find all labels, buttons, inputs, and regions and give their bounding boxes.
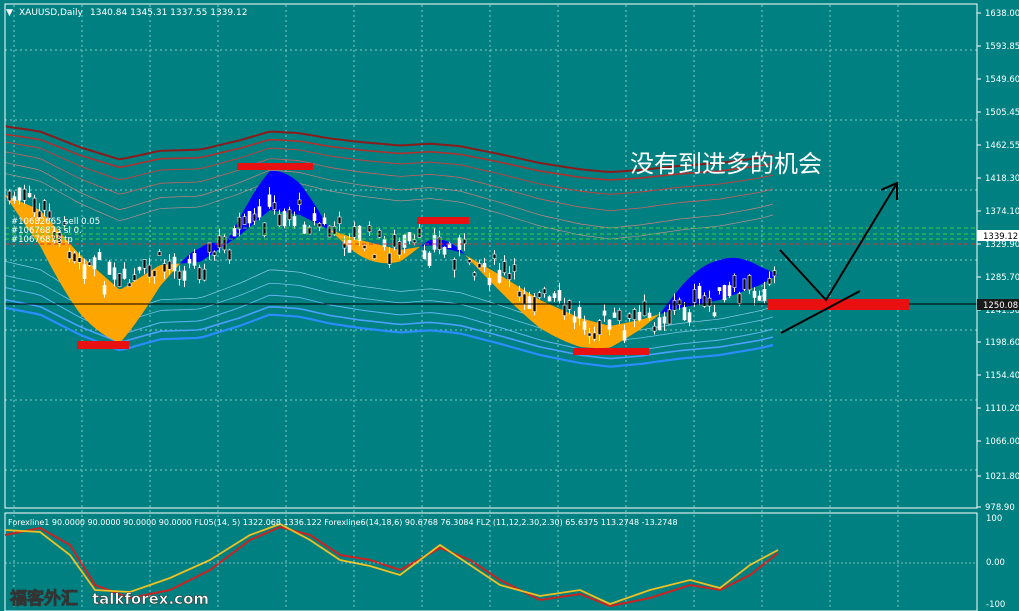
price-tick: 1593.85 (985, 42, 1019, 52)
marker-low-2 (573, 348, 649, 355)
ohlc-values: 1340.84 1345.31 1337.55 1339.12 (90, 8, 247, 18)
price-tick: 1021.80 (985, 472, 1019, 482)
marker-low-1 (77, 341, 129, 349)
indicator-tick: 0.00 (986, 558, 1005, 568)
price-tick: 1505.45 (985, 108, 1019, 118)
indicator-tick: 100 (986, 514, 1002, 524)
price-tick: 1462.55 (985, 141, 1019, 151)
price-tick: 1374.10 (985, 207, 1019, 217)
marker-high-1 (237, 163, 313, 170)
price-tick: 978.90 (985, 503, 1015, 513)
price-tick: 1198.60 (985, 338, 1019, 348)
price-tick: 1285.70 (985, 273, 1019, 283)
watermark-cn: 福客外汇 (9, 588, 78, 609)
symbol-title: XAUUSD,Daily (19, 8, 83, 18)
indicator-tick: -100 (986, 600, 1005, 610)
menu-icon[interactable]: ▼ (6, 8, 13, 18)
current-price-label: 1339.12 (977, 230, 1019, 242)
price-tick: 1066.00 (985, 437, 1019, 447)
annotation-text: 没有到进多的机会 (630, 150, 822, 178)
watermark-en: talkforex.com (92, 590, 209, 608)
marker-high-2 (417, 217, 469, 224)
current-price-text: 1339.12 (983, 232, 1018, 242)
order-label-3: #10676873 tp (11, 235, 73, 245)
hline-price-text: 1250.08 (983, 301, 1018, 311)
price-tick: 1418.30 (985, 174, 1019, 184)
marker-current (768, 299, 909, 310)
price-tick: 1154.40 (985, 371, 1019, 381)
price-tick: 1110.20 (985, 404, 1019, 414)
hline-price-label: 1250.08 (977, 299, 1019, 311)
price-tick: 1638.00 (985, 9, 1019, 19)
chart-window[interactable]: 没有到进多的机会 ▼ XAUUSD,Daily 1340.84 1345.31 … (0, 0, 1019, 611)
indicator-label: Forexline1 90.0000 90.0000 90.0000 90.00… (8, 518, 678, 527)
price-tick: 1549.60 (985, 75, 1019, 85)
